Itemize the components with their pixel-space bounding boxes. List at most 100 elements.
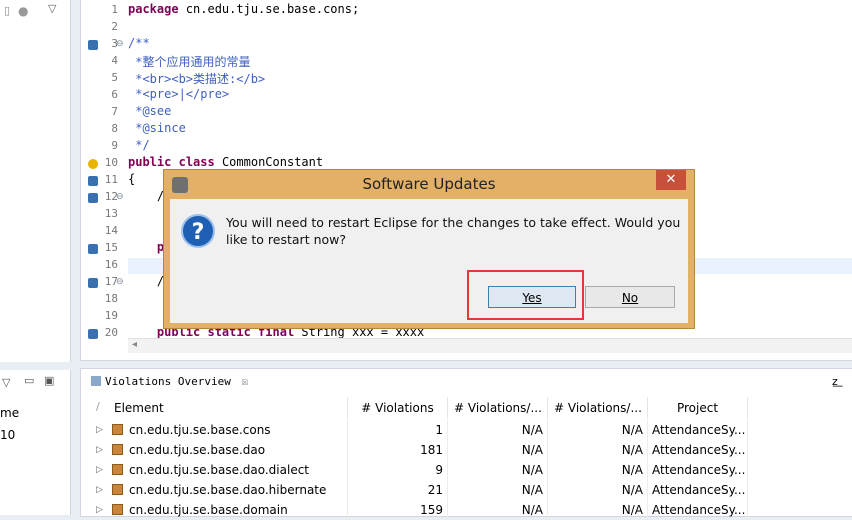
element-name: cn.edu.tju.se.base.cons	[129, 423, 271, 437]
package-icon	[112, 444, 123, 455]
code-line: *整个应用通用的常量	[128, 55, 251, 69]
column-header[interactable]: # Violations	[348, 397, 448, 419]
expand-icon[interactable]: ▷	[96, 500, 103, 520]
line-number: 7	[111, 105, 118, 118]
table-row[interactable]: ▷ cn.edu.tju.se.base.dao 181 N/A N/A Attendan…	[88, 440, 748, 460]
row-value: 10	[0, 428, 16, 442]
element-cell: cn.edu.tju.se.base.cons	[108, 420, 348, 440]
element-cell: cn.edu.tju.se.base.domain	[108, 500, 348, 520]
close-button[interactable]: ✕	[656, 170, 686, 190]
line-number: 13	[104, 207, 118, 220]
violations-cell: 9	[348, 460, 448, 480]
expand-icon[interactable]: ▷	[96, 420, 103, 440]
tab-label: Violations Overview	[105, 375, 231, 388]
project-cell: AttendanceSy...	[648, 480, 748, 500]
column-header: me	[0, 406, 20, 420]
toolbar-icon[interactable]: ▯	[4, 4, 10, 17]
fold-icon[interactable]: ⊖	[116, 277, 124, 287]
column-header[interactable]: # Violations/...	[448, 397, 548, 419]
line-number: 6	[111, 88, 118, 101]
scroll-left-icon[interactable]: ◂	[132, 339, 137, 350]
violations-cell: 1	[348, 420, 448, 440]
violation-marker-icon[interactable]	[88, 40, 98, 50]
line-number: 5	[111, 71, 118, 84]
v2-cell: N/A	[448, 420, 548, 440]
view-menu-icon[interactable]: ▽	[48, 2, 56, 15]
project-cell: AttendanceSy...	[648, 460, 748, 480]
line-number: 11	[104, 173, 118, 186]
element-name: cn.edu.tju.se.base.dao.dialect	[129, 463, 310, 477]
violation-marker-icon[interactable]	[88, 244, 98, 254]
line-number: 14	[104, 224, 118, 237]
code-line: */	[128, 138, 150, 152]
code-line: package cn.edu.tju.se.base.cons;	[128, 2, 360, 16]
violations-cell: 181	[348, 440, 448, 460]
v3-cell: N/A	[548, 460, 648, 480]
v3-cell: N/A	[548, 420, 648, 440]
code-line: /	[128, 189, 165, 203]
panel-menu-icon[interactable]: z͟	[832, 375, 838, 388]
expand-icon[interactable]: ▷	[96, 440, 103, 460]
minimize-icon[interactable]: ▭	[24, 374, 34, 387]
outline-panel: ▽ ▭ ▣ me 10	[0, 370, 71, 515]
line-number: 1	[111, 3, 118, 16]
horizontal-scrollbar[interactable]: ◂	[128, 338, 852, 353]
line-number: 16	[104, 258, 118, 271]
code-line: /	[128, 274, 165, 288]
violation-marker-icon[interactable]	[88, 176, 98, 186]
element-cell: cn.edu.tju.se.base.dao.hibernate	[108, 480, 348, 500]
project-cell: AttendanceSy...	[648, 440, 748, 460]
table-row[interactable]: ▷ cn.edu.tju.se.base.dao.dialect 9 N/A N/A At…	[88, 460, 748, 480]
fold-icon[interactable]: ⊖	[116, 192, 124, 202]
view-menu-icon[interactable]: ▽	[2, 376, 10, 389]
package-icon	[112, 504, 123, 515]
table-row[interactable]: ▷ cn.edu.tju.se.base.dao.hibernate 21 N/A N/…	[88, 480, 748, 500]
violations-icon	[91, 376, 101, 386]
filter-icon[interactable]: ●	[18, 4, 28, 18]
code-line: {	[128, 172, 136, 186]
tab-violations-overview[interactable]: Violations Overview ☒	[85, 371, 255, 395]
line-number: 10	[104, 156, 118, 169]
expand-icon[interactable]: ▷	[96, 460, 103, 480]
yes-button[interactable]: Yes	[488, 286, 576, 308]
maximize-icon[interactable]: ▣	[44, 374, 54, 387]
v3-cell: N/A	[548, 440, 648, 460]
code-line: *@since	[128, 121, 186, 135]
element-name: cn.edu.tju.se.base.dao	[129, 443, 266, 457]
package-icon	[112, 484, 123, 495]
element-name: cn.edu.tju.se.base.dao.hibernate	[129, 483, 327, 497]
violation-marker-icon[interactable]	[88, 278, 98, 288]
v3-cell: N/A	[548, 480, 648, 500]
no-button[interactable]: No	[585, 286, 675, 308]
fold-icon[interactable]: ⊖	[116, 39, 124, 49]
close-tab-icon[interactable]: ☒	[241, 375, 248, 388]
project-cell: AttendanceSy...	[648, 420, 748, 440]
code-line: *@see	[128, 104, 172, 118]
package-icon	[112, 424, 123, 435]
table-row[interactable]: ▷ cn.edu.tju.se.base.domain 159 N/A N/A Atten…	[88, 500, 748, 520]
dialog-message: You will need to restart Eclipse for the…	[226, 215, 681, 247]
line-number: 9	[111, 139, 118, 152]
element-cell: cn.edu.tju.se.base.dao	[108, 440, 348, 460]
expand-icon[interactable]: ▷	[96, 480, 103, 500]
warning-icon[interactable]	[88, 159, 98, 169]
code-line: *<br><b>类描述:</b>	[128, 72, 266, 86]
line-number: 19	[104, 309, 118, 322]
column-header[interactable]: Project	[648, 397, 748, 419]
question-icon: ?	[181, 214, 215, 248]
violation-marker-icon[interactable]	[88, 193, 98, 203]
v3-cell: N/A	[548, 500, 648, 520]
v2-cell: N/A	[448, 480, 548, 500]
v2-cell: N/A	[448, 460, 548, 480]
package-icon	[112, 464, 123, 475]
violations-cell: 21	[348, 480, 448, 500]
line-number: 15	[104, 241, 118, 254]
column-header[interactable]: # Violations/...	[548, 397, 648, 419]
column-header[interactable]: Element	[108, 397, 348, 419]
element-cell: cn.edu.tju.se.base.dao.dialect	[108, 460, 348, 480]
violation-marker-icon[interactable]	[88, 329, 98, 339]
table-row[interactable]: ▷ cn.edu.tju.se.base.cons 1 N/A N/A Attendanc…	[88, 420, 748, 440]
